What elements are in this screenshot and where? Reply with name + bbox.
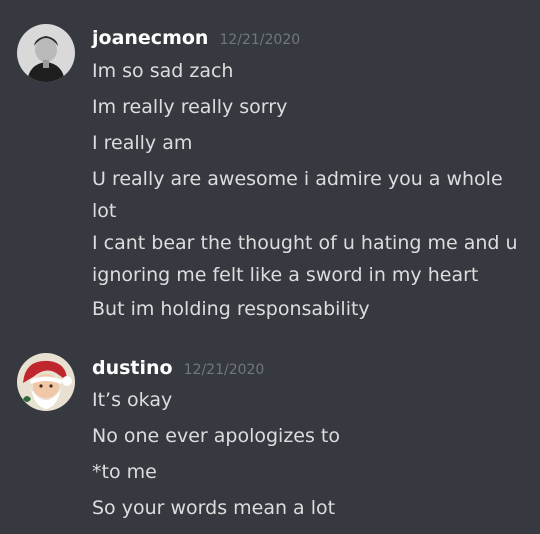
- avatar-dustino-icon[interactable]: [17, 353, 75, 411]
- message-header: joanecmon 12/21/2020: [92, 27, 300, 57]
- message-header: dustino 12/21/2020: [92, 357, 264, 387]
- username[interactable]: joanecmon: [92, 27, 208, 49]
- timestamp[interactable]: 12/21/2020: [219, 32, 300, 48]
- message-text: Im really really sorry: [92, 96, 288, 118]
- message-text: U really are awesome i admire you a whol…: [92, 168, 503, 222]
- message-text: It’s okay: [92, 389, 173, 411]
- message-text: No one ever apologizes to: [92, 425, 340, 447]
- message-text: I really am: [92, 132, 193, 154]
- username[interactable]: dustino: [92, 357, 173, 379]
- message-text: So your words mean a lot: [92, 497, 336, 519]
- message-text: Im so sad zach: [92, 60, 234, 82]
- message-text: I cant bear the thought of u hating me a…: [92, 232, 518, 286]
- timestamp[interactable]: 12/21/2020: [184, 362, 265, 378]
- message-text: *to me: [92, 461, 157, 483]
- message-text: But im holding responsability: [92, 298, 370, 320]
- avatar-joanecmon-icon[interactable]: [17, 24, 75, 82]
